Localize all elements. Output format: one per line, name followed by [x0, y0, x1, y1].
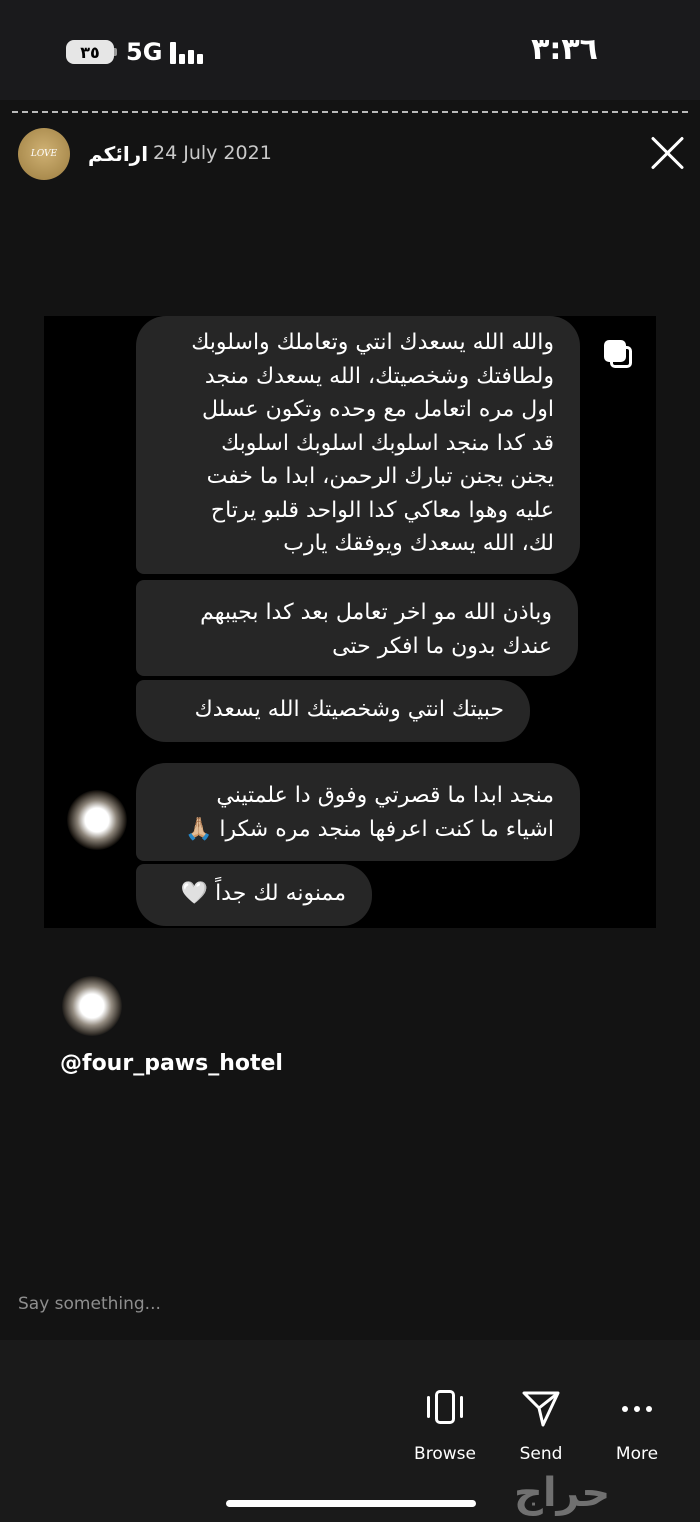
battery-indicator: ٣٥ — [66, 40, 114, 64]
more-label: More — [615, 1444, 659, 1464]
message-bubble: وباذن الله مو اخر تعامل بعد كدا بجيبهم ع… — [136, 580, 578, 676]
message-bubble: منجد ابدا ما قصرتي وفوق دا علمتيني اشياء… — [136, 763, 580, 861]
mention-sticker[interactable]: @four_paws_hotel — [60, 1051, 283, 1076]
chat-screenshot: والله الله يسعدك انتي وتعاملك واسلوبك ول… — [44, 316, 656, 928]
send-icon — [519, 1386, 563, 1430]
sender-avatar-blur — [67, 790, 127, 850]
watermark-logo: حراج — [514, 1470, 611, 1516]
avatar-logo: LOVE — [30, 149, 58, 159]
status-time: ٣:٣٦ — [531, 32, 598, 67]
status-bar: ٣٥ 5G ٣:٣٦ — [0, 0, 700, 100]
story-username[interactable]: ارائكم — [88, 142, 148, 166]
message-bubble: والله الله يسعدك انتي وتعاملك واسلوبك ول… — [136, 316, 580, 574]
send-button[interactable]: Send — [496, 1386, 586, 1464]
message-bubble: حبيتك انتي وشخصيتك الله يسعدك — [136, 680, 530, 742]
copy-icon — [602, 338, 634, 370]
browse-button[interactable]: Browse — [400, 1386, 490, 1464]
signal-icon — [170, 40, 204, 64]
network-type: 5G — [126, 38, 163, 66]
close-icon[interactable] — [650, 135, 686, 171]
battery-tip — [114, 48, 117, 56]
message-bubble: ممنونه لك جداً 🤍 — [136, 864, 372, 926]
more-button[interactable]: More — [592, 1386, 682, 1464]
more-icon — [615, 1386, 659, 1430]
avatar[interactable]: LOVE — [18, 128, 70, 180]
browse-icon — [423, 1386, 467, 1430]
sender-avatar-blur — [62, 976, 122, 1036]
send-label: Send — [519, 1444, 563, 1464]
reply-input[interactable]: Say something... — [18, 1294, 161, 1314]
story-progress-bar — [12, 111, 688, 113]
story-date: 24 July 2021 — [153, 142, 272, 164]
browse-label: Browse — [414, 1444, 476, 1464]
home-indicator[interactable] — [226, 1500, 476, 1507]
